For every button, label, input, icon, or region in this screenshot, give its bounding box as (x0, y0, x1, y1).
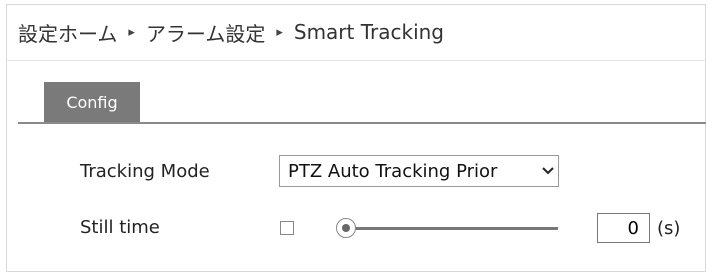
still-time-slider-thumb[interactable] (336, 218, 356, 238)
chevron-down-icon (538, 166, 558, 176)
tab-config[interactable]: Config (44, 82, 140, 122)
still-time-input[interactable] (597, 213, 650, 243)
breadcrumb: 設定ホーム ▸ アラーム設定 ▸ Smart Tracking (18, 12, 444, 52)
still-time-slider-track[interactable] (352, 227, 558, 230)
slider-thumb-dot (342, 224, 350, 232)
tracking-mode-select[interactable]: PTZ Auto Tracking Prior (279, 155, 559, 187)
header-divider (6, 60, 706, 61)
still-time-checkbox[interactable] (280, 221, 294, 235)
tracking-mode-label: Tracking Mode (80, 161, 210, 182)
tab-bar-underline (18, 122, 706, 124)
tracking-mode-value: PTZ Auto Tracking Prior (288, 160, 498, 182)
still-time-label: Still time (80, 217, 160, 238)
triangle-right-icon: ▸ (276, 24, 283, 40)
breadcrumb-item-settings-home[interactable]: 設定ホーム (18, 18, 117, 47)
still-time-unit: (s) (657, 218, 681, 239)
breadcrumb-item-alarm-settings[interactable]: アラーム設定 (146, 18, 265, 47)
triangle-right-icon: ▸ (128, 24, 135, 40)
breadcrumb-item-current: Smart Tracking (293, 20, 444, 44)
